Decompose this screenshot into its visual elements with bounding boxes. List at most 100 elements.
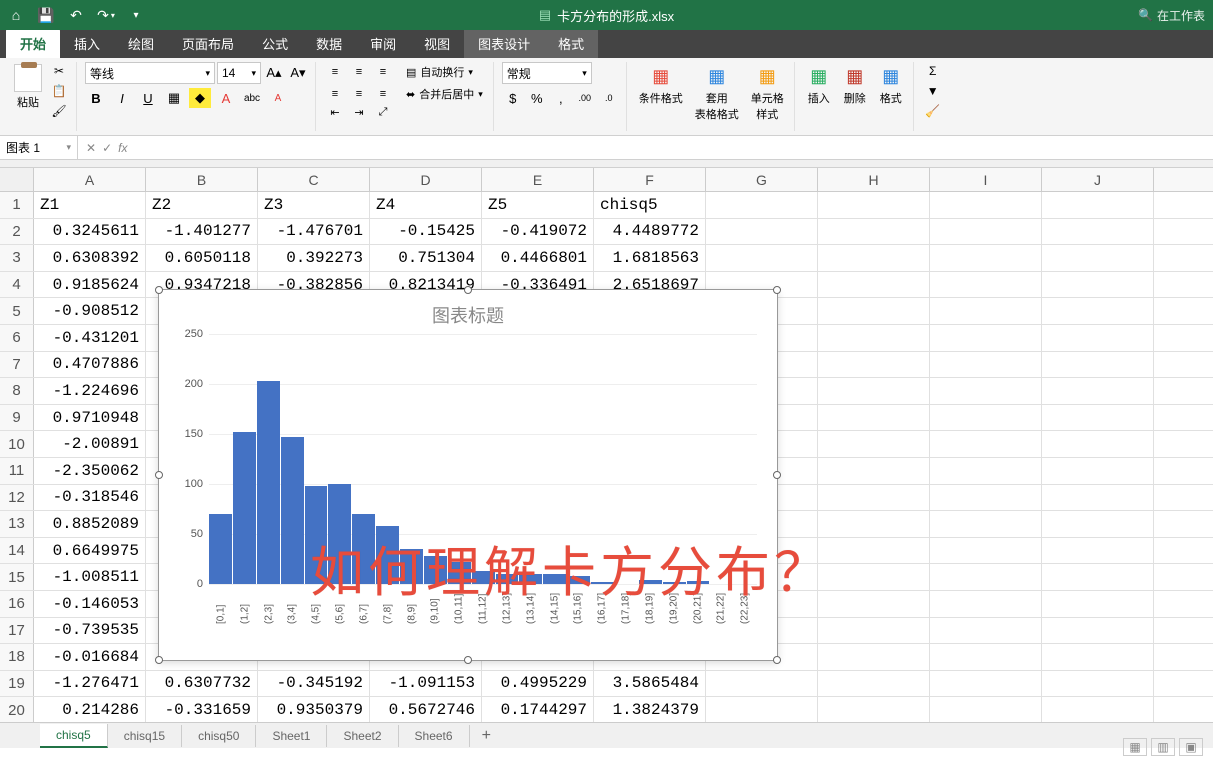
align-bottom-icon[interactable]: ≡ [372, 62, 394, 82]
cell[interactable]: -1.224696 [34, 378, 146, 404]
cell[interactable]: -1.091153 [370, 671, 482, 697]
cell[interactable]: 0.5672746 [370, 697, 482, 723]
row-header[interactable]: 20 [0, 697, 34, 723]
align-top-icon[interactable]: ≡ [324, 62, 346, 82]
cell[interactable] [818, 192, 930, 218]
sheet-tab-chisq5[interactable]: chisq5 [40, 724, 108, 748]
undo-icon[interactable]: ↶ [68, 7, 84, 23]
cell[interactable]: chisq5 [594, 192, 706, 218]
cell[interactable]: -0.318546 [34, 485, 146, 511]
row-header[interactable]: 1 [0, 192, 34, 218]
cell[interactable] [1042, 298, 1154, 324]
view-normal-icon[interactable]: ▦ [1123, 738, 1147, 756]
cell[interactable] [818, 564, 930, 590]
copy-icon[interactable]: 📋 [48, 82, 70, 100]
format-as-table-button[interactable]: ▦套用 表格格式 [691, 62, 743, 124]
cell[interactable]: 0.6050118 [146, 245, 258, 271]
row-header[interactable]: 12 [0, 485, 34, 511]
cell[interactable] [818, 697, 930, 723]
cell[interactable] [818, 405, 930, 431]
paste-button[interactable]: 粘贴 [12, 62, 44, 112]
cell[interactable] [930, 697, 1042, 723]
italic-button[interactable]: I [111, 88, 133, 108]
cell[interactable]: Z1 [34, 192, 146, 218]
clear-icon[interactable]: 🧹 [922, 102, 944, 120]
cell[interactable]: 0.6308392 [34, 245, 146, 271]
conditional-format-button[interactable]: ▦条件格式 [635, 62, 687, 108]
row-header[interactable]: 7 [0, 352, 34, 378]
menu-绘图[interactable]: 绘图 [114, 29, 168, 58]
row-header[interactable]: 9 [0, 405, 34, 431]
wrap-text-button[interactable]: ▤自动换行▾ [402, 62, 487, 82]
qat-customize-icon[interactable]: ▾ [128, 7, 144, 23]
cell[interactable] [1042, 378, 1154, 404]
cell[interactable] [818, 618, 930, 644]
cell[interactable] [1042, 192, 1154, 218]
cell[interactable] [930, 352, 1042, 378]
row-header[interactable]: 3 [0, 245, 34, 271]
cell[interactable]: Z4 [370, 192, 482, 218]
cell[interactable] [818, 644, 930, 670]
row-header[interactable]: 5 [0, 298, 34, 324]
decrease-indent-icon[interactable]: ⇤ [324, 106, 346, 119]
font-size-select[interactable]: 14▾ [217, 62, 261, 84]
cell[interactable] [818, 511, 930, 537]
menu-插入[interactable]: 插入 [60, 29, 114, 58]
cell[interactable]: -0.016684 [34, 644, 146, 670]
row-header[interactable]: 19 [0, 671, 34, 697]
cell[interactable]: -2.00891 [34, 431, 146, 457]
cell[interactable]: -0.331659 [146, 697, 258, 723]
cell[interactable] [930, 378, 1042, 404]
delete-button[interactable]: ▦删除 [839, 62, 871, 108]
menu-页面布局[interactable]: 页面布局 [168, 29, 248, 58]
cell[interactable] [818, 591, 930, 617]
cell[interactable] [930, 538, 1042, 564]
col-header-A[interactable]: A [34, 168, 146, 191]
merge-center-button[interactable]: ⬌合并后居中▾ [402, 84, 487, 104]
row-header[interactable]: 14 [0, 538, 34, 564]
underline-button[interactable]: U [137, 88, 159, 108]
format-painter-icon[interactable]: 🖌 [48, 102, 70, 120]
row-header[interactable]: 2 [0, 219, 34, 245]
cell[interactable] [1042, 511, 1154, 537]
redo-icon[interactable]: ↷ [98, 7, 114, 23]
cell[interactable] [1042, 325, 1154, 351]
select-all-corner[interactable] [0, 168, 34, 191]
cell[interactable]: Z3 [258, 192, 370, 218]
cell[interactable] [818, 219, 930, 245]
cell[interactable] [930, 458, 1042, 484]
cell[interactable] [930, 272, 1042, 298]
row-header[interactable]: 16 [0, 591, 34, 617]
format-button[interactable]: ▦格式 [875, 62, 907, 108]
cell[interactable] [930, 219, 1042, 245]
cell[interactable] [930, 618, 1042, 644]
cell[interactable] [1042, 431, 1154, 457]
cell[interactable] [930, 405, 1042, 431]
cell[interactable]: 0.214286 [34, 697, 146, 723]
formula-input[interactable] [135, 136, 1213, 159]
increase-decimal-icon[interactable]: .00 [574, 88, 596, 108]
chart-bar[interactable] [209, 514, 232, 584]
menu-公式[interactable]: 公式 [248, 29, 302, 58]
percent-icon[interactable]: % [526, 88, 548, 108]
cell[interactable]: -0.419072 [482, 219, 594, 245]
cell[interactable] [818, 485, 930, 511]
chart-title[interactable]: 图表标题 [159, 290, 777, 334]
cell[interactable] [930, 564, 1042, 590]
cell[interactable]: 0.392273 [258, 245, 370, 271]
name-box[interactable]: 图表 1▾ [0, 136, 78, 159]
cell[interactable] [930, 511, 1042, 537]
row-header[interactable]: 15 [0, 564, 34, 590]
col-header-H[interactable]: H [818, 168, 930, 191]
autosum-icon[interactable]: Σ [922, 62, 944, 80]
sheet-tab-chisq15[interactable]: chisq15 [108, 725, 182, 747]
font-color-button[interactable]: A [215, 88, 237, 108]
cell[interactable] [1042, 644, 1154, 670]
cell[interactable] [930, 298, 1042, 324]
sheet-tab-chisq50[interactable]: chisq50 [182, 725, 256, 747]
fx-icon[interactable]: fx [118, 141, 127, 155]
comma-icon[interactable]: , [550, 88, 572, 108]
col-header-B[interactable]: B [146, 168, 258, 191]
cell[interactable]: 0.9350379 [258, 697, 370, 723]
cell[interactable]: -0.431201 [34, 325, 146, 351]
